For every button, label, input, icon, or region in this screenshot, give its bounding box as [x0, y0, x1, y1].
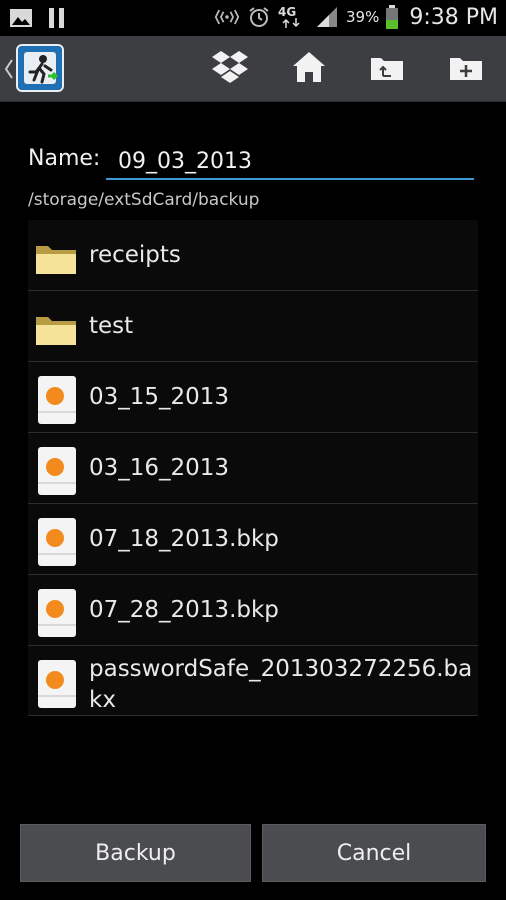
- file-name: 07_18_2013.bkp: [89, 526, 279, 552]
- file-name: 03_15_2013: [89, 384, 230, 410]
- file-icon: [34, 658, 78, 708]
- file-name: receipts: [89, 242, 181, 268]
- cast-icon: [214, 4, 240, 30]
- up-caret-icon[interactable]: [4, 54, 14, 84]
- list-item[interactable]: passwordSafe_201303272256.bakx: [28, 646, 478, 716]
- file-name: test: [89, 313, 134, 339]
- file-icon: [34, 374, 78, 424]
- new-folder-button[interactable]: [442, 45, 490, 93]
- battery-percent: 39%: [346, 8, 380, 26]
- file-name: 07_28_2013.bkp: [89, 597, 279, 623]
- backup-button[interactable]: Backup: [20, 824, 251, 882]
- file-list: receipts test 03_15_2013 03_16_2013 07_1…: [28, 220, 478, 720]
- 4g-icon: 4G: [278, 4, 308, 30]
- dropbox-button[interactable]: [206, 45, 254, 93]
- name-field[interactable]: [106, 144, 474, 180]
- save-dialog: Name: /storage/extSdCard/backup receipts…: [0, 102, 506, 900]
- svg-text:4G: 4G: [278, 5, 296, 19]
- status-bar: 4G 39% 9:38 PM: [0, 0, 506, 36]
- new-folder-icon: [448, 52, 484, 86]
- folder-icon: [34, 303, 78, 351]
- dropbox-icon: [211, 49, 249, 89]
- home-button[interactable]: [285, 45, 333, 93]
- parent-folder-icon: [369, 52, 405, 86]
- battery-icon: [385, 4, 399, 30]
- alarm-icon: [246, 4, 272, 30]
- action-bar: [0, 36, 506, 102]
- list-item[interactable]: 03_16_2013: [28, 433, 478, 504]
- app-logo-icon[interactable]: [16, 44, 64, 92]
- file-icon: [34, 587, 78, 637]
- clock: 9:38 PM: [409, 4, 498, 30]
- current-path: /storage/extSdCard/backup: [28, 190, 260, 210]
- file-icon: [34, 516, 78, 566]
- gallery-icon: [8, 5, 34, 31]
- file-name: 03_16_2013: [89, 455, 230, 481]
- name-label: Name:: [28, 146, 101, 171]
- parent-folder-button[interactable]: [363, 45, 411, 93]
- list-item[interactable]: test: [28, 291, 478, 362]
- file-icon: [34, 445, 78, 495]
- home-icon: [291, 50, 327, 88]
- folder-icon: [34, 232, 78, 280]
- name-row: Name:: [28, 144, 474, 184]
- list-item[interactable]: receipts: [28, 220, 478, 291]
- list-item[interactable]: 07_18_2013.bkp: [28, 504, 478, 575]
- signal-icon: [314, 4, 340, 30]
- pause-icon: [44, 5, 70, 31]
- list-item[interactable]: 03_15_2013: [28, 362, 478, 433]
- cancel-button[interactable]: Cancel: [262, 824, 486, 882]
- list-item[interactable]: 07_28_2013.bkp: [28, 575, 478, 646]
- file-name: passwordSafe_201303272256.bakx: [89, 656, 473, 713]
